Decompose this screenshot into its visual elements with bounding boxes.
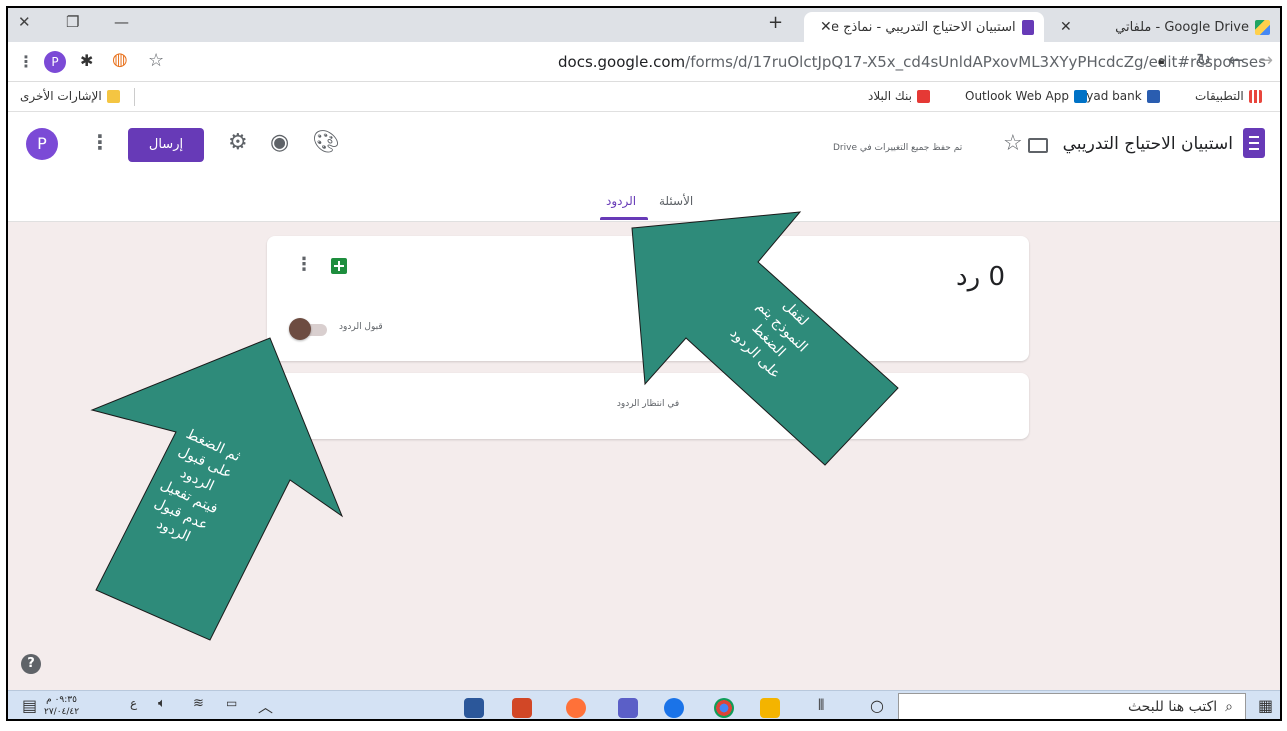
google-forms-logo-icon[interactable] <box>1243 128 1265 158</box>
wifi-icon[interactable]: ≋ <box>193 696 204 711</box>
battery-icon[interactable]: ▭ <box>226 696 237 710</box>
bookmark-apps[interactable]: التطبيقات <box>1195 89 1262 103</box>
apps-grid-icon <box>1248 89 1262 103</box>
new-tab-button[interactable]: + <box>768 12 783 33</box>
search-icon: ⌕ <box>1225 699 1233 715</box>
other-bookmarks-label: الإشارات الأخرى <box>20 89 102 103</box>
clock-date: ٢٧/٠٤/٤٢ <box>44 707 80 718</box>
forms-favicon-icon <box>1021 19 1034 35</box>
close-tab-icon[interactable]: ✕ <box>1054 19 1072 35</box>
edge-icon[interactable] <box>664 698 684 718</box>
waiting-responses-text: في انتظار الردود <box>616 399 680 409</box>
account-avatar[interactable]: P <box>26 128 58 160</box>
cortana-icon[interactable]: ○ <box>870 696 884 715</box>
word-icon[interactable] <box>464 698 484 718</box>
url-path: /forms/d/17ruOlctJpQ17-X5x_cd4sUnldAPxov… <box>685 53 1266 71</box>
palette-icon[interactable]: 🎨︎ <box>312 130 340 155</box>
bookmarks-bar: الإشارات الأخرى التطبيقات riyad bank Out… <box>8 82 1280 112</box>
chrome-icon[interactable] <box>714 698 734 718</box>
taskbar-search-input[interactable]: ⌕ اكتب هنا للبحث <box>898 693 1246 719</box>
address-bar: ⋮ P ✱ ◍ ☆ docs.google.com/forms/d/17ruOl… <box>8 42 1280 82</box>
extensions-icon[interactable]: ✱ <box>80 51 93 70</box>
riyad-bank-icon <box>1146 89 1160 103</box>
task-view-icon[interactable]: ⫴ <box>818 696 824 714</box>
tab-forms[interactable]: استبيان الاحتياج التدريبي - نماذج Google… <box>804 12 1044 42</box>
file-explorer-icon[interactable] <box>760 698 780 718</box>
close-window-icon[interactable]: ✕ <box>18 13 31 31</box>
bookmark-albilad[interactable]: بنك البلاد <box>868 89 931 103</box>
accept-responses-label: قبول الردود <box>339 322 383 332</box>
tab-drive[interactable]: Google Drive - ملفاتي ✕ <box>1044 12 1280 42</box>
lock-icon[interactable]: 🔒︎ <box>1158 53 1164 68</box>
bookmark-apps-label: التطبيقات <box>1195 89 1244 103</box>
minimize-window-icon[interactable]: — <box>114 13 129 31</box>
windows-taskbar: ▦ ⌕ اكتب هنا للبحث ○ ⫴ ︿ ▭ ≋ 🔈︎ ع ٠٩:٣٥ م… <box>8 690 1280 719</box>
help-icon[interactable]: ? <box>21 654 41 674</box>
form-title[interactable]: استبيان الاحتياج التدريبي <box>1053 134 1233 154</box>
show-hidden-icons-icon[interactable]: ︿ <box>258 696 273 717</box>
folder-icon <box>106 89 120 103</box>
preview-eye-icon[interactable]: ◉ <box>270 130 289 155</box>
active-tab-indicator <box>600 217 648 220</box>
tab-responses[interactable]: الردود <box>606 194 636 208</box>
url-domain: docs.google.com <box>558 53 686 71</box>
other-bookmarks[interactable]: الإشارات الأخرى <box>20 89 120 103</box>
restore-window-icon[interactable]: ❐ <box>66 13 79 31</box>
bookmark-albilad-label: بنك البلاد <box>868 89 913 103</box>
bookmark-riyad-label: riyad bank <box>1078 89 1142 103</box>
browser-menu-icon[interactable]: ⋮ <box>18 52 34 71</box>
screenshot-frame: ✕ ❐ — + استبيان الاحتياج التدريبي - نماذ… <box>6 6 1282 721</box>
tab-forms-label: استبيان الاحتياج التدريبي - نماذج Google <box>831 19 1016 35</box>
folder-icon[interactable] <box>1028 138 1048 153</box>
browser-tab-strip: ✕ ❐ — + استبيان الاحتياج التدريبي - نماذ… <box>8 8 1280 42</box>
send-button[interactable]: إرسال <box>128 128 204 162</box>
outlook-icon <box>1073 89 1087 103</box>
sheets-link-icon[interactable] <box>331 258 347 274</box>
settings-gear-icon[interactable]: ⚙ <box>228 130 248 155</box>
back-arrow-icon[interactable]: ← <box>1228 50 1243 71</box>
bookmark-star-icon[interactable]: ☆ <box>148 50 164 71</box>
responses-more-icon[interactable]: ⋮ <box>295 254 313 275</box>
teams-icon[interactable] <box>618 698 638 718</box>
windows-start-icon[interactable]: ▦ <box>1258 696 1273 715</box>
responses-content: 0 رد ⋮ قبول الردود في انتظار الردود ? <box>8 222 1280 690</box>
accept-responses-toggle-knob[interactable] <box>289 318 311 340</box>
volume-icon[interactable]: 🔈︎ <box>158 696 166 711</box>
system-clock[interactable]: ٠٩:٣٥ م ٢٧/٠٤/٤٢ <box>44 694 79 718</box>
firefox-icon[interactable] <box>566 698 586 718</box>
reload-icon[interactable]: ↻ <box>1196 50 1211 71</box>
bookmarks-divider <box>134 88 135 106</box>
forward-arrow-icon[interactable]: → <box>1258 50 1273 71</box>
profile-avatar[interactable]: P <box>44 51 66 73</box>
responses-summary-card: 0 رد ⋮ قبول الردود <box>267 236 1029 361</box>
extension-app-icon[interactable]: ◍ <box>112 49 128 70</box>
bookmark-outlook[interactable]: Outlook Web App <box>965 89 1087 103</box>
saved-status: تم حفظ جميع التغييرات في Drive <box>833 143 963 153</box>
tab-drive-label: Google Drive - ملفاتي <box>1115 19 1249 35</box>
close-tab-icon[interactable]: ✕ <box>814 19 832 35</box>
clock-time: ٠٩:٣٥ م <box>46 695 77 705</box>
search-placeholder: اكتب هنا للبحث <box>1127 699 1218 715</box>
bookmark-outlook-label: Outlook Web App <box>965 89 1069 103</box>
star-icon[interactable]: ☆ <box>1003 131 1023 156</box>
powerpoint-icon[interactable] <box>512 698 532 718</box>
waiting-card: في انتظار الردود <box>267 373 1029 439</box>
drive-favicon-icon <box>1255 19 1270 35</box>
tab-questions[interactable]: الأسئلة <box>659 194 693 208</box>
forms-header: استبيان الاحتياج التدريبي ☆ تم حفظ جميع … <box>8 112 1280 222</box>
response-count: 0 رد <box>956 262 1005 292</box>
notifications-icon[interactable]: ▤ <box>22 696 37 715</box>
bookmark-riyad-bank[interactable]: riyad bank <box>1078 89 1160 103</box>
language-indicator[interactable]: ع <box>130 696 137 710</box>
more-options-icon[interactable]: ⋮ <box>90 130 110 154</box>
albilad-icon <box>917 89 931 103</box>
